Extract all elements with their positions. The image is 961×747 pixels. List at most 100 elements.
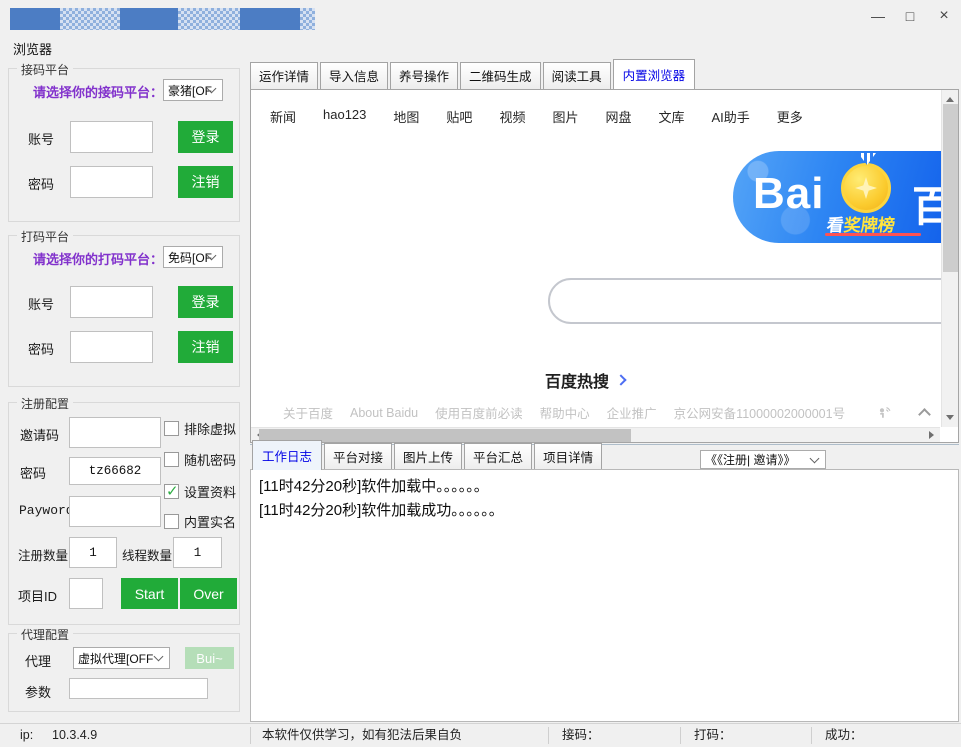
sms-password-label: 密码 [28, 174, 54, 193]
footer-must-read[interactable]: 使用百度前必读 [435, 403, 523, 422]
over-button[interactable]: Over [180, 578, 237, 609]
sms-status-label: 接码： [562, 724, 600, 747]
tab-platform-summary[interactable]: 平台汇总 [464, 443, 532, 470]
register-config-group: 注册配置 邀请码 排除虚拟 密码 随机密码 Payword 设置资料 内置实名 … [8, 402, 240, 625]
footer-about-en[interactable]: About Baidu [350, 406, 418, 420]
captcha-password-input[interactable] [70, 331, 153, 363]
vertical-scrollbar[interactable] [941, 90, 958, 427]
menu-browser[interactable]: 浏览器 [8, 37, 57, 60]
captcha-platform-select[interactable]: 免码[OF [163, 246, 223, 268]
tab-import-info[interactable]: 导入信息 [320, 62, 388, 89]
minimize-icon[interactable]: — [863, 2, 893, 30]
sms-account-input[interactable] [70, 121, 153, 153]
sms-platform-select[interactable]: 豪猪[OF [163, 79, 223, 101]
captcha-platform-group: 打码平台 请选择你的打码平台： 免码[OF 账号 登录 密码 注销 [8, 235, 240, 387]
checkbox-box [164, 421, 179, 436]
footer-help-center[interactable]: 帮助中心 [540, 403, 590, 422]
checkbox-exclude-virtual[interactable]: 排除虚拟 [164, 419, 236, 438]
register-count-input[interactable] [69, 537, 117, 568]
group-title: 接码平台 [17, 61, 73, 78]
project-id-input[interactable] [69, 578, 103, 609]
accessibility-icon[interactable] [876, 405, 893, 421]
nav-image[interactable]: 图片 [552, 107, 578, 126]
success-status-label: 成功： [825, 724, 863, 747]
vertical-scrollbar-thumb[interactable] [943, 104, 958, 272]
group-title: 注册配置 [17, 395, 73, 412]
tab-account-ops[interactable]: 养号操作 [390, 62, 458, 89]
sms-platform-group: 接码平台 请选择你的接码平台： 豪猪[OF 账号 登录 密码 注销 [8, 68, 240, 222]
project-id-label: 项目ID [18, 586, 57, 605]
baidu-logo-text: Bai [753, 169, 824, 219]
nav-video[interactable]: 视频 [499, 107, 525, 126]
proxy-select[interactable]: 虚拟代理[OFF [73, 647, 170, 669]
captcha-account-input[interactable] [70, 286, 153, 318]
disclaimer-text: 本软件仅供学习，如有犯法后果自负 [262, 724, 462, 747]
baidu-search-input[interactable] [548, 278, 941, 324]
thread-count-label: 线程数量 [122, 545, 172, 564]
param-input[interactable] [69, 678, 208, 699]
captcha-logout-button[interactable]: 注销 [178, 331, 233, 363]
footer-promotion[interactable]: 企业推广 [607, 403, 657, 422]
payword-input[interactable] [69, 496, 161, 527]
scrollbar-corner [941, 427, 958, 442]
log-line: [11时42分20秒]软件加载中。。。。。。 [259, 475, 950, 499]
register-invite-select[interactable]: 《《注册| 邀请》》 [700, 450, 826, 469]
checkbox-builtin-realname[interactable]: 内置实名 [164, 512, 236, 531]
checkbox-box [164, 514, 179, 529]
close-icon[interactable]: × [929, 2, 959, 30]
ip-value: 10.3.4.9 [52, 724, 97, 747]
checkbox-box [164, 484, 179, 499]
tab-reading-tools[interactable]: 阅读工具 [543, 62, 611, 89]
build-button[interactable]: Bui~ [185, 647, 234, 669]
hot-search-label: 百度热搜 [545, 368, 609, 392]
nav-more[interactable]: 更多 [777, 107, 803, 126]
group-title: 打码平台 [17, 228, 73, 245]
sms-account-label: 账号 [28, 129, 54, 148]
baidu-logo-banner[interactable]: Bai 百 看奖牌榜 [733, 151, 941, 243]
tab-image-upload[interactable]: 图片上传 [394, 443, 462, 470]
group-title: 代理配置 [17, 626, 73, 643]
tab-qrcode-gen[interactable]: 二维码生成 [460, 62, 541, 89]
nav-wenku[interactable]: 文库 [658, 107, 684, 126]
invite-code-input[interactable] [69, 417, 161, 448]
register-password-input[interactable] [69, 457, 161, 485]
footer-about[interactable]: 关于百度 [283, 403, 333, 422]
scroll-right-icon[interactable] [929, 431, 938, 439]
sms-password-input[interactable] [70, 166, 153, 198]
nav-netdisk[interactable]: 网盘 [605, 107, 631, 126]
title-bar[interactable]: — □ × [0, 0, 961, 32]
tab-builtin-browser[interactable]: 内置浏览器 [613, 59, 696, 89]
tab-project-details[interactable]: 项目详情 [534, 443, 602, 470]
invite-code-label: 邀请码 [20, 425, 59, 444]
redacted-window-title [10, 8, 315, 30]
nav-map[interactable]: 地图 [393, 107, 419, 126]
medal-underline [825, 233, 921, 236]
hot-search-row[interactable]: 百度热搜 [545, 368, 625, 392]
captcha-password-label: 密码 [28, 339, 54, 358]
nav-hao123[interactable]: hao123 [323, 107, 366, 126]
nav-ai[interactable]: AI助手 [712, 107, 750, 126]
start-button[interactable]: Start [121, 578, 178, 609]
maximize-icon[interactable]: □ [895, 2, 925, 30]
captcha-login-button[interactable]: 登录 [178, 286, 233, 318]
work-log-panel[interactable]: [11时42分20秒]软件加载中。。。。。。 [11时42分20秒]软件加载成功… [250, 469, 959, 722]
tab-work-log[interactable]: 工作日志 [252, 440, 322, 470]
nav-tieba[interactable]: 贴吧 [446, 107, 472, 126]
captcha-select-label: 请选择你的打码平台： [33, 249, 163, 268]
checkbox-random-password[interactable]: 随机密码 [164, 450, 236, 469]
scroll-down-icon[interactable] [946, 415, 954, 424]
bottom-tab-strip: 工作日志 平台对接 图片上传 平台汇总 项目详情 [252, 448, 604, 470]
register-password-label: 密码 [20, 463, 46, 482]
tab-run-details[interactable]: 运作详情 [250, 62, 318, 89]
scroll-up-icon[interactable] [946, 93, 954, 102]
checkbox-set-profile[interactable]: 设置资料 [164, 482, 236, 501]
thread-count-input[interactable] [173, 537, 222, 568]
tab-platform-connect[interactable]: 平台对接 [324, 443, 392, 470]
collapse-chevron-icon[interactable] [918, 408, 931, 421]
nav-news[interactable]: 新闻 [270, 107, 296, 126]
sms-logout-button[interactable]: 注销 [178, 166, 233, 198]
horizontal-scrollbar[interactable] [251, 427, 940, 442]
param-label: 参数 [25, 682, 51, 701]
checkbox-box [164, 452, 179, 467]
sms-login-button[interactable]: 登录 [178, 121, 233, 153]
